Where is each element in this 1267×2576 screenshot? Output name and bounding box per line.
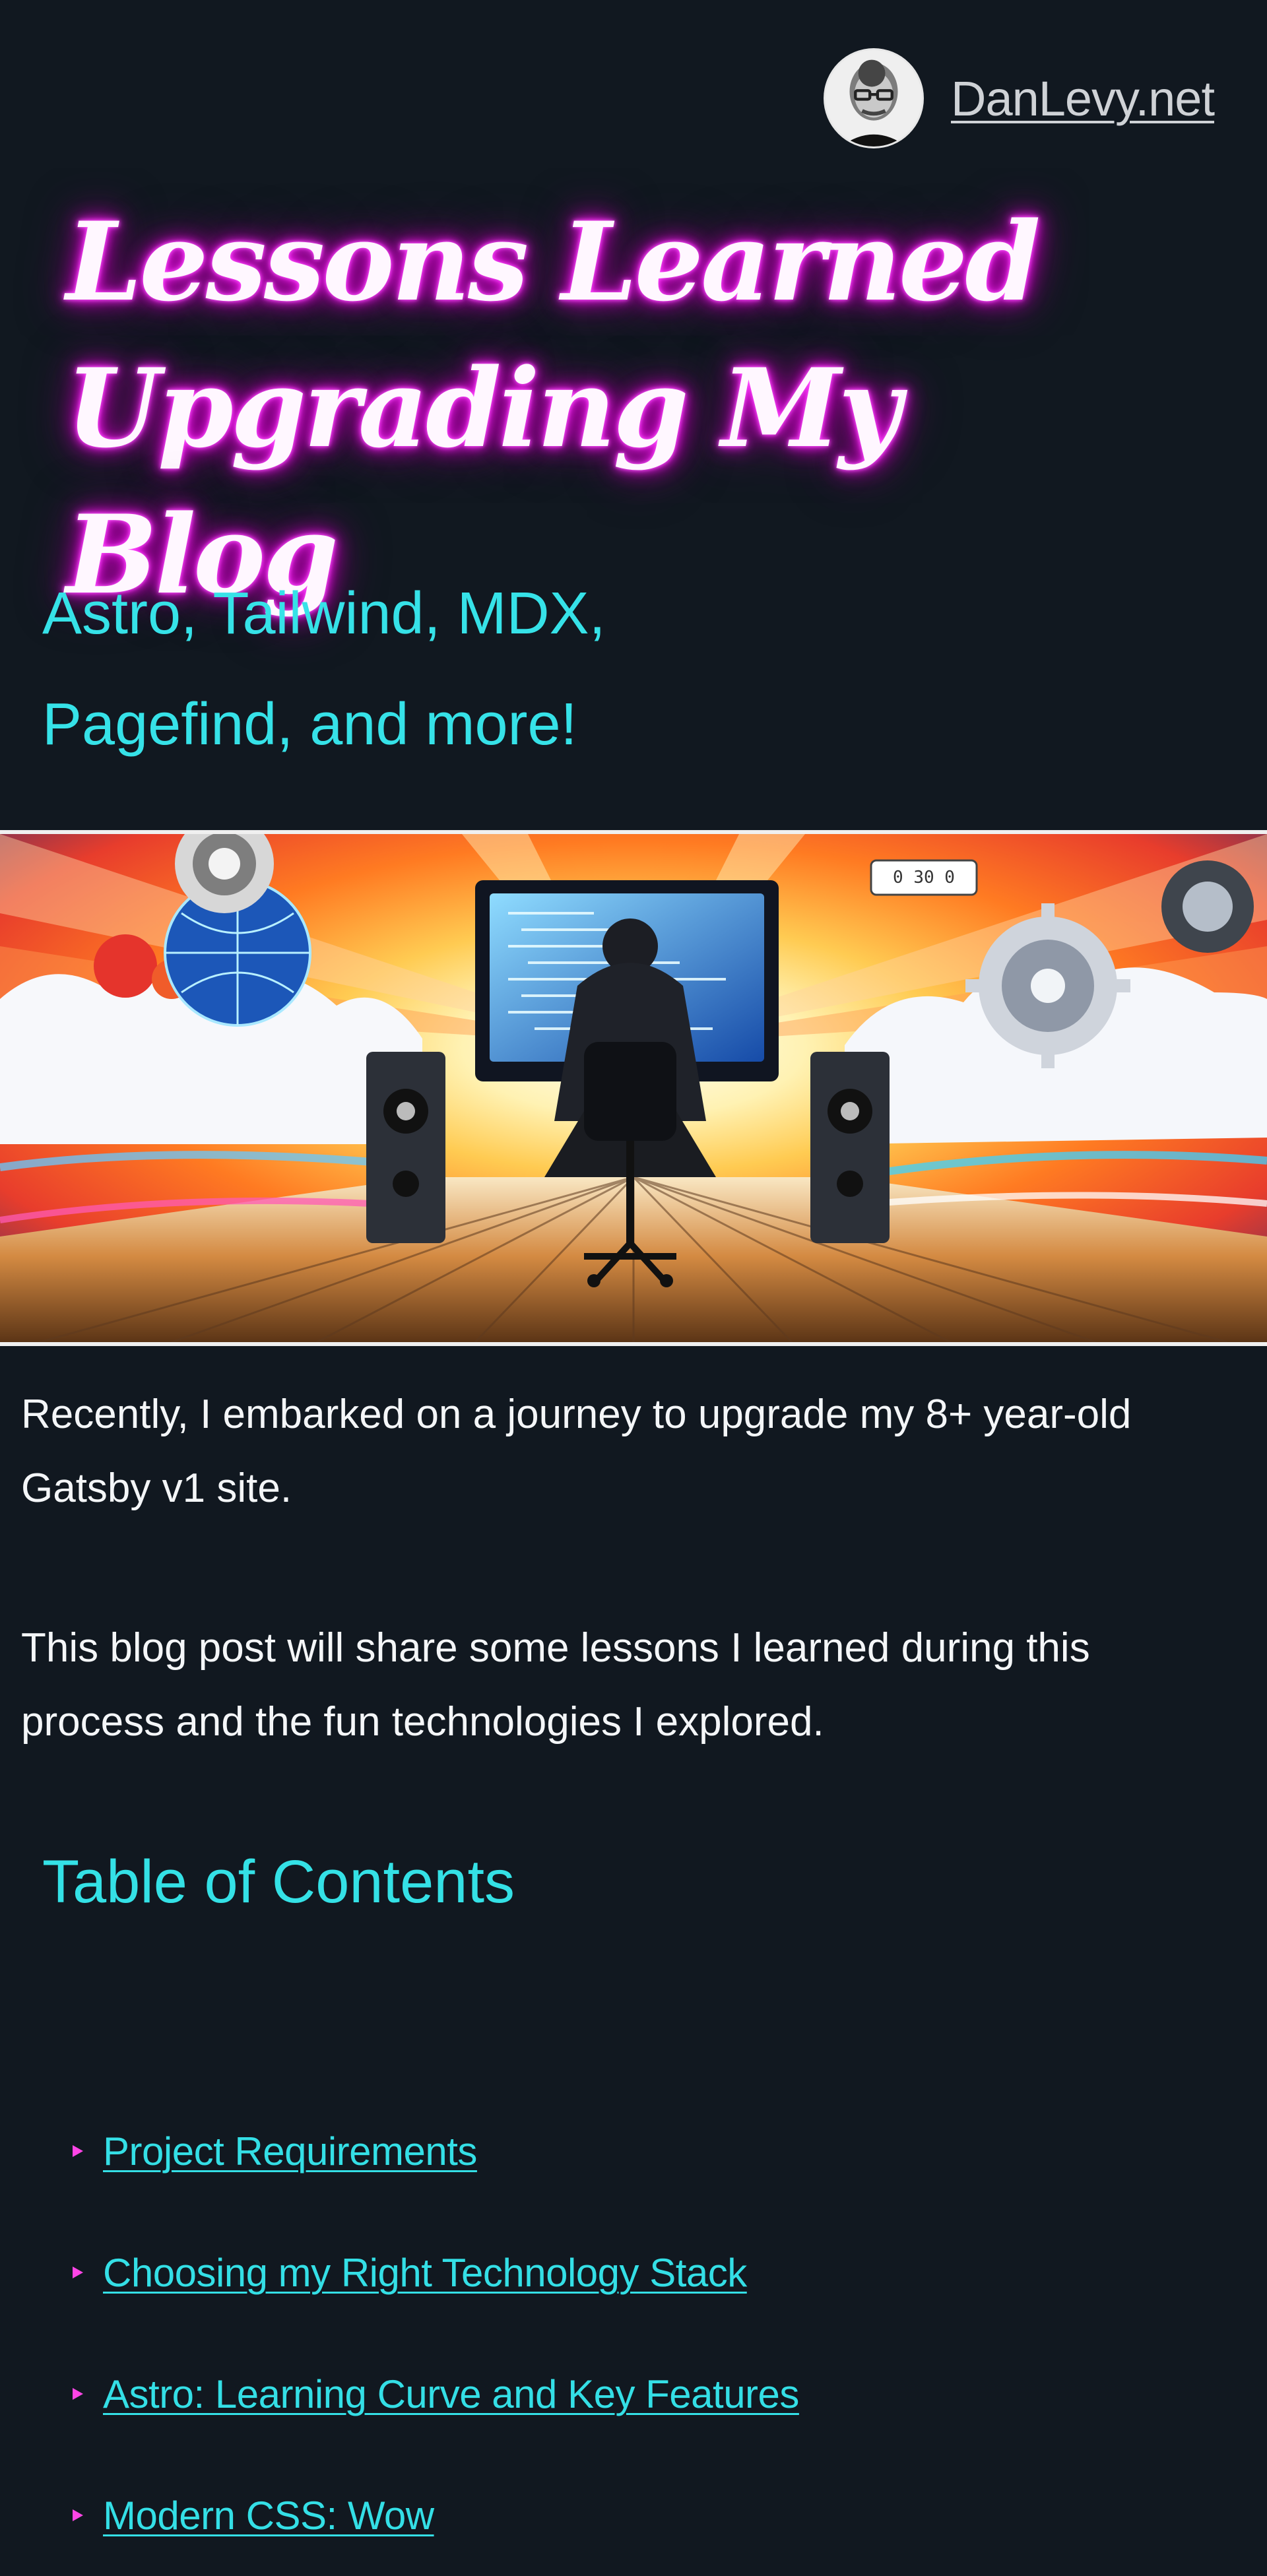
toc-item-astro-learning: Astro: Learning Curve and Key Features: [73, 2333, 799, 2455]
svg-text:0 30 0: 0 30 0: [893, 868, 955, 887]
hero-subtitle-line-2: Pagefind, and more!: [42, 692, 577, 757]
avatar[interactable]: [826, 50, 922, 146]
triangle-bullet-icon: [73, 2509, 83, 2521]
hero-subtitle: Astro, Tailwind, MDX, Pagefind, and more…: [42, 558, 834, 780]
toc-item-project-requirements: Project Requirements: [73, 2090, 799, 2212]
toc-link-astro-learning[interactable]: Astro: Learning Curve and Key Features: [103, 2371, 799, 2417]
triangle-bullet-icon: [73, 2145, 83, 2157]
intro-paragraph-1: Recently, I embarked on a journey to upg…: [21, 1392, 1132, 1511]
article-intro: Recently, I embarked on a journey to upg…: [21, 1378, 1242, 1759]
hero-title-line-1: Lessons Learned: [66, 198, 1041, 325]
toc-link-choosing-stack[interactable]: Choosing my Right Technology Stack: [103, 2250, 747, 2296]
coding-setup-illustration-icon: 0 30 0: [0, 834, 1267, 1342]
table-of-contents-title: Table of Contents: [42, 1848, 515, 1916]
site-name-link-text[interactable]: DanLevy.net: [951, 71, 1215, 127]
avatar-photo-icon: [826, 50, 922, 146]
triangle-bullet-icon: [73, 2388, 83, 2400]
toc-item-choosing-stack: Choosing my Right Technology Stack: [73, 2212, 799, 2333]
toc-link-project-requirements[interactable]: Project Requirements: [103, 2129, 477, 2174]
site-home-link[interactable]: DanLevy.net: [826, 50, 1215, 146]
triangle-bullet-icon: [73, 2267, 83, 2278]
table-of-contents-list: Project Requirements Choosing my Right T…: [73, 2090, 799, 2576]
hero-banner-image: 0 30 0: [0, 830, 1267, 1346]
toc-link-modern-css[interactable]: Modern CSS: Wow: [103, 2493, 434, 2538]
intro-paragraph-2: This blog post will share some lessons I…: [21, 1625, 1090, 1745]
site-header: DanLevy.net: [0, 0, 1267, 198]
hero-subtitle-line-1: Astro, Tailwind, MDX,: [42, 581, 606, 647]
toc-item-modern-css: Modern CSS: Wow: [73, 2455, 799, 2576]
